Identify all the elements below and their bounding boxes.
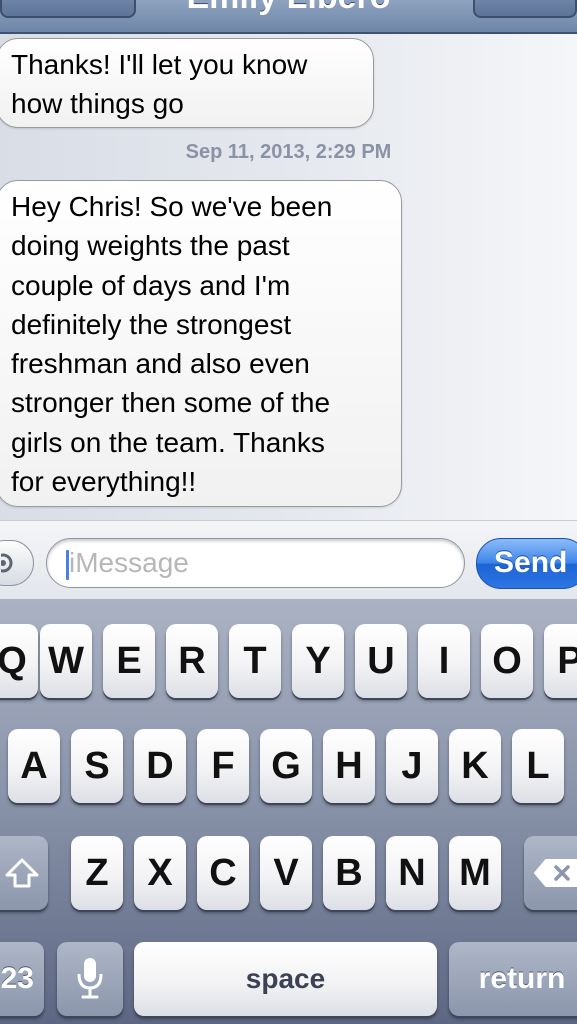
key-c[interactable]: C — [197, 836, 249, 910]
key-d[interactable]: D — [134, 729, 186, 803]
dictation-key[interactable] — [57, 942, 123, 1016]
key-f[interactable]: F — [197, 729, 249, 803]
navigation-bar: Emily Libero — [0, 0, 577, 34]
key-x[interactable]: X — [134, 836, 186, 910]
key-t[interactable]: T — [229, 624, 281, 698]
space-key[interactable]: space — [134, 942, 437, 1016]
key-o[interactable]: O — [481, 624, 533, 698]
delete-key[interactable] — [524, 836, 577, 910]
key-b[interactable]: B — [323, 836, 375, 910]
message-line: definitely the strongest — [11, 308, 292, 340]
key-s[interactable]: S — [71, 729, 123, 803]
received-message-bubble[interactable]: Thanks! I'll let you know how things go — [0, 38, 374, 128]
message-line: couple of days and I'm — [11, 269, 291, 301]
key-i[interactable]: I — [418, 624, 470, 698]
key-e[interactable]: E — [103, 624, 155, 698]
key-r[interactable]: R — [166, 624, 218, 698]
key-m[interactable]: M — [449, 836, 501, 910]
keyboard: Q W E R T Y U I O P A S D F G H J K L Z … — [0, 600, 577, 1024]
message-line: how things go — [11, 88, 184, 120]
message-line: for everything!! — [11, 466, 197, 498]
compose-bar: Send — [0, 520, 577, 600]
camera-icon — [1, 553, 13, 573]
key-g[interactable]: G — [260, 729, 312, 803]
key-u[interactable]: U — [355, 624, 407, 698]
received-message-bubble[interactable]: Hey Chris! So we've been doing weights t… — [0, 180, 402, 507]
conversation-thread[interactable]: Thanks! I'll let you know how things go … — [0, 34, 577, 520]
key-v[interactable]: V — [260, 836, 312, 910]
imessage-input[interactable] — [46, 538, 465, 588]
message-line: Thanks! I'll let you know — [11, 49, 308, 80]
message-line: stronger then some of the — [11, 387, 331, 419]
text-cursor — [66, 550, 69, 580]
numbers-key[interactable]: 123 — [0, 942, 44, 1016]
key-l[interactable]: L — [512, 729, 564, 803]
key-p[interactable]: P — [544, 624, 577, 698]
message-line: Hey Chris! So we've been — [11, 191, 333, 222]
shift-key[interactable] — [0, 836, 48, 910]
shift-arrow-icon — [5, 858, 39, 888]
key-y[interactable]: Y — [292, 624, 344, 698]
key-n[interactable]: N — [386, 836, 438, 910]
camera-button[interactable] — [0, 540, 34, 586]
key-k[interactable]: K — [449, 729, 501, 803]
return-key[interactable]: return — [449, 942, 577, 1016]
key-z[interactable]: Z — [71, 836, 123, 910]
key-q[interactable]: Q — [0, 624, 38, 698]
message-line: girls on the team. Thanks — [11, 426, 325, 458]
message-timestamp: Sep 11, 2013, 2:29 PM — [185, 141, 392, 163]
edit-button[interactable] — [473, 0, 577, 18]
message-line: freshman and also even — [11, 348, 310, 380]
delete-backspace-icon — [534, 859, 577, 887]
key-j[interactable]: J — [386, 729, 438, 803]
key-h[interactable]: H — [323, 729, 375, 803]
microphone-icon — [77, 958, 103, 999]
send-button[interactable]: Send — [476, 538, 577, 589]
key-w[interactable]: W — [40, 624, 92, 698]
key-a[interactable]: A — [8, 729, 60, 803]
message-line: doing weights the past — [11, 230, 290, 262]
